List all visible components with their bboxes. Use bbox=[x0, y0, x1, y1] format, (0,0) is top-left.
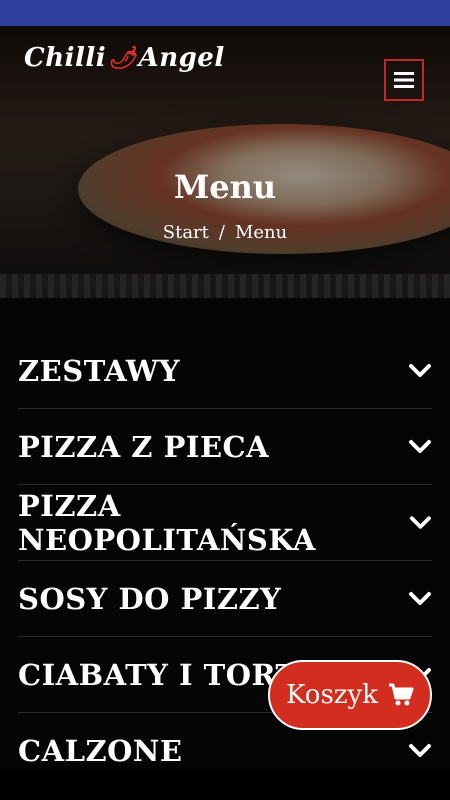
bottom-bar bbox=[0, 770, 450, 800]
breadcrumb-item-menu: Menu bbox=[234, 222, 288, 243]
breadcrumb-item-start[interactable]: Start bbox=[163, 222, 209, 243]
category-item-pizza-z-pieca[interactable]: PIZZA Z PIECA bbox=[18, 409, 432, 485]
hamburger-menu-button[interactable] bbox=[384, 59, 424, 101]
category-label: PIZZA Z PIECA bbox=[18, 429, 270, 464]
logo-text-chilli: Chilli bbox=[24, 43, 107, 73]
hamburger-icon bbox=[394, 72, 414, 88]
chevron-down-icon bbox=[409, 591, 431, 605]
category-label: ZESTAWY bbox=[18, 353, 181, 388]
chevron-down-icon bbox=[410, 515, 432, 529]
cart-icon bbox=[388, 683, 414, 706]
cart-button[interactable]: Koszyk bbox=[268, 660, 432, 730]
category-item-zestawy[interactable]: ZESTAWY bbox=[18, 333, 432, 409]
breadcrumb: Start / Menu bbox=[0, 222, 450, 243]
site-logo[interactable]: Chilli 🌶 Angel bbox=[24, 40, 225, 76]
chili-pepper-icon: 🌶 bbox=[108, 45, 137, 71]
cart-label: Koszyk bbox=[286, 680, 378, 710]
breadcrumb-separator: / bbox=[218, 222, 225, 243]
logo-text-angel: Angel bbox=[138, 43, 225, 73]
chevron-down-icon bbox=[409, 439, 431, 453]
category-label: CALZONE bbox=[18, 733, 183, 768]
category-item-pizza-neopolitanska[interactable]: PIZZA NEOPOLITAŃSKA bbox=[18, 485, 432, 561]
category-item-sosy-do-pizzy[interactable]: SOSY DO PIZZY bbox=[18, 561, 432, 637]
page-title: Menu bbox=[173, 168, 277, 206]
category-label: SOSY DO PIZZY bbox=[18, 581, 282, 616]
status-bar bbox=[0, 0, 450, 26]
chevron-down-icon bbox=[409, 363, 431, 377]
category-label: PIZZA NEOPOLITAŃSKA bbox=[18, 488, 316, 557]
chevron-down-icon bbox=[409, 743, 431, 757]
